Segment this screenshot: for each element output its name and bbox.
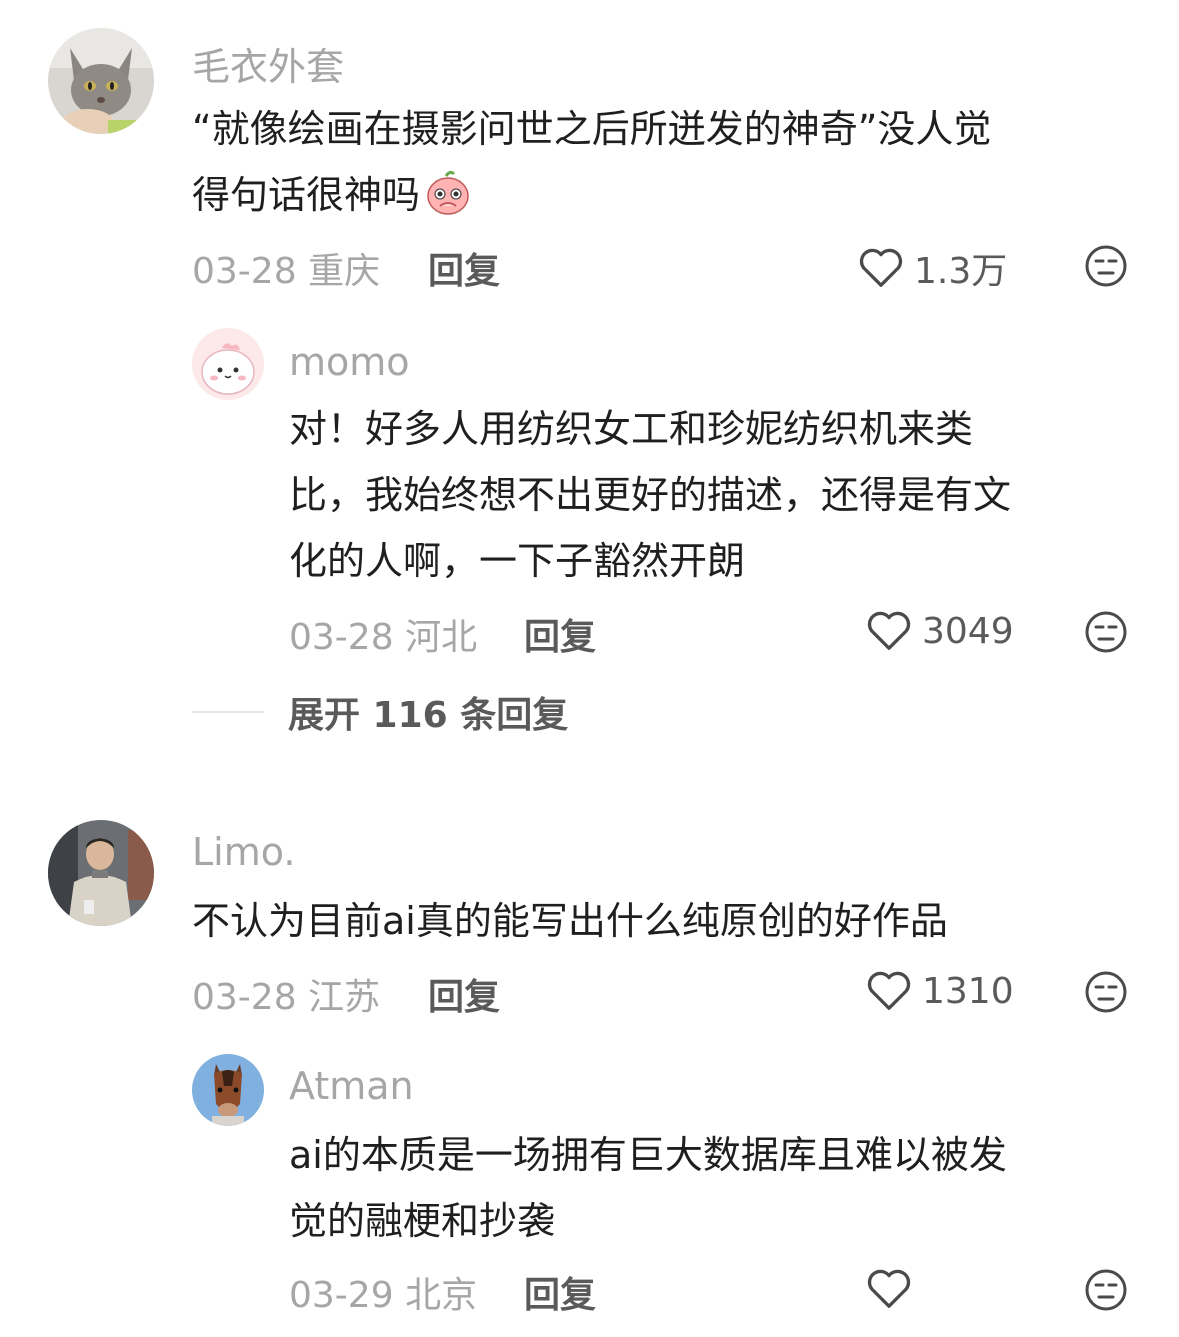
heart-icon <box>859 248 903 287</box>
comment-date: 03-28 <box>192 251 297 292</box>
expand-replies-label: 展开 116 条回复 <box>288 695 569 736</box>
comment-location: 河北 <box>405 617 478 658</box>
comment-text: 对！好多人用纺织女工和珍妮纺织机来类 比，我始终想不出更好的描述，还得是有文 化… <box>289 396 1149 594</box>
like-button[interactable]: 3049 <box>866 610 1014 652</box>
comment-date: 03-28 <box>192 977 297 1018</box>
reply-button[interactable]: 回复 <box>524 1266 596 1318</box>
dislike-face-icon[interactable] <box>1084 1268 1128 1312</box>
like-button[interactable]: 1310 <box>866 970 1014 1012</box>
comment-username[interactable]: Atman <box>289 1064 414 1108</box>
cartoon-pink-avatar-icon[interactable] <box>192 328 264 400</box>
dislike-face-icon[interactable] <box>1084 970 1128 1014</box>
divider-line <box>192 711 264 713</box>
like-button[interactable]: 1.3万 <box>858 242 1007 294</box>
comment-text-line: 觉的融梗和抄袭 <box>289 1199 556 1243</box>
heart-icon <box>867 611 911 650</box>
like-count: 1310 <box>922 970 1014 1012</box>
like-button[interactable] <box>866 1268 922 1310</box>
comment-username[interactable]: momo <box>289 340 410 384</box>
comment-text-line: 化的人啊，一下子豁然开朗 <box>289 539 746 583</box>
dislike-face-icon[interactable] <box>1084 610 1128 654</box>
comment-text: “就像绘画在摄影问世之后所迸发的神奇”没人觉 得句话很神吗 <box>192 96 1142 228</box>
comment-date: 03-29 <box>289 1275 394 1316</box>
comment-text-line: ai的本质是一场拥有巨大数据库且难以被发 <box>289 1133 1007 1177</box>
heart-icon <box>867 1269 911 1308</box>
comment-text-line: 对！好多人用纺织女工和珍妮纺织机来类 <box>289 407 974 451</box>
pleading-peach-emoji-icon <box>427 170 469 215</box>
comment-text-line: “就像绘画在摄影问世之后所迸发的神奇”没人觉 <box>192 107 992 151</box>
dislike-face-icon[interactable] <box>1084 244 1128 288</box>
comment-text-line: 不认为目前ai真的能写出什么纯原创的好作品 <box>192 899 948 943</box>
comment-username[interactable]: 毛衣外套 <box>192 36 344 91</box>
comment-text: 不认为目前ai真的能写出什么纯原创的好作品 <box>192 888 1142 954</box>
comment-text: ai的本质是一场拥有巨大数据库且难以被发 觉的融梗和抄袭 <box>289 1122 1149 1254</box>
comment-text-line: 得句话很神吗 <box>192 162 1142 228</box>
comment-text-line-content: 得句话很神吗 <box>192 173 421 217</box>
comment-meta: 03-28 河北 <box>289 608 477 660</box>
person-avatar-icon[interactable] <box>48 820 154 926</box>
heart-icon <box>867 971 911 1010</box>
like-count: 3049 <box>922 610 1014 652</box>
comment-text-line: 比，我始终想不出更好的描述，还得是有文 <box>289 473 1012 517</box>
comment-username[interactable]: Limo. <box>192 830 295 874</box>
reply-button[interactable]: 回复 <box>524 608 596 660</box>
cat-avatar-icon[interactable] <box>48 28 154 134</box>
comment-meta: 03-28 重庆 <box>192 242 380 294</box>
comment-meta: 03-28 江苏 <box>192 968 380 1020</box>
comment-location: 江苏 <box>308 977 381 1018</box>
comment-location: 北京 <box>405 1275 478 1316</box>
comment-location: 重庆 <box>308 251 381 292</box>
horse-avatar-icon[interactable] <box>192 1054 264 1126</box>
reply-button[interactable]: 回复 <box>428 242 500 294</box>
like-count: 1.3万 <box>914 251 1008 292</box>
reply-button[interactable]: 回复 <box>428 968 500 1020</box>
expand-replies-button[interactable]: 展开 116 条回复 <box>192 686 568 738</box>
comment-date: 03-28 <box>289 617 394 658</box>
comment-meta: 03-29 北京 <box>289 1266 477 1318</box>
